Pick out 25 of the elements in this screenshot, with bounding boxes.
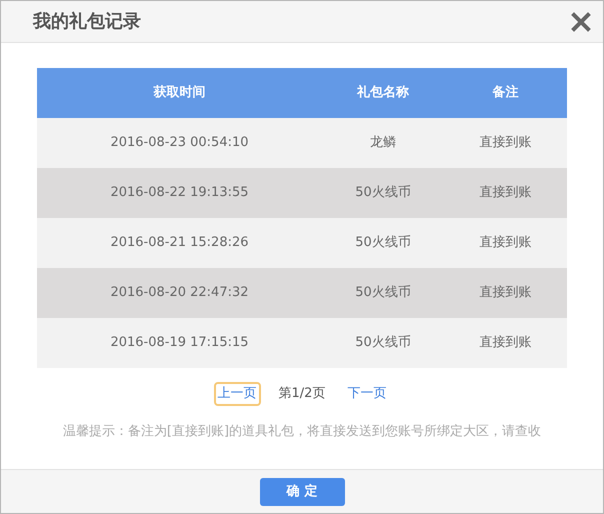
table-cell: 50火线币 xyxy=(322,168,444,218)
column-header: 获取时间 xyxy=(37,68,322,118)
table-cell: 2016-08-21 15:28:26 xyxy=(37,218,322,268)
table-cell: 直接到账 xyxy=(444,168,567,218)
column-header: 备注 xyxy=(444,68,567,118)
table-cell: 直接到账 xyxy=(444,118,567,168)
table-cell: 50火线币 xyxy=(322,268,444,318)
table-cell: 50火线币 xyxy=(322,218,444,268)
previous-page-link[interactable]: 上一页 xyxy=(216,384,259,404)
table-cell: 2016-08-20 22:47:32 xyxy=(37,268,322,318)
close-icon[interactable] xyxy=(571,12,591,32)
page-indicator: 第1/2页 xyxy=(278,385,326,403)
notice-text: 温馨提示：备注为[直接到账]的道具礼包，将直接发送到您账号所绑定大区，请查收 xyxy=(62,422,542,440)
table-cell: 2016-08-23 00:54:10 xyxy=(37,118,322,168)
table-cell: 2016-08-22 19:13:55 xyxy=(37,168,322,218)
dialog-title: 我的礼包记录 xyxy=(33,10,141,34)
column-header: 礼包名称 xyxy=(322,68,444,118)
table-cell: 龙鳞 xyxy=(322,118,444,168)
table-cell: 直接到账 xyxy=(444,318,567,368)
table-cell: 50火线币 xyxy=(322,318,444,368)
confirm-button[interactable]: 确 定 xyxy=(260,478,344,506)
table-cell: 2016-08-19 17:15:15 xyxy=(37,318,322,368)
table-cell: 直接到账 xyxy=(444,218,567,268)
table-cell: 直接到账 xyxy=(444,268,567,318)
next-page-link[interactable]: 下一页 xyxy=(345,384,388,404)
